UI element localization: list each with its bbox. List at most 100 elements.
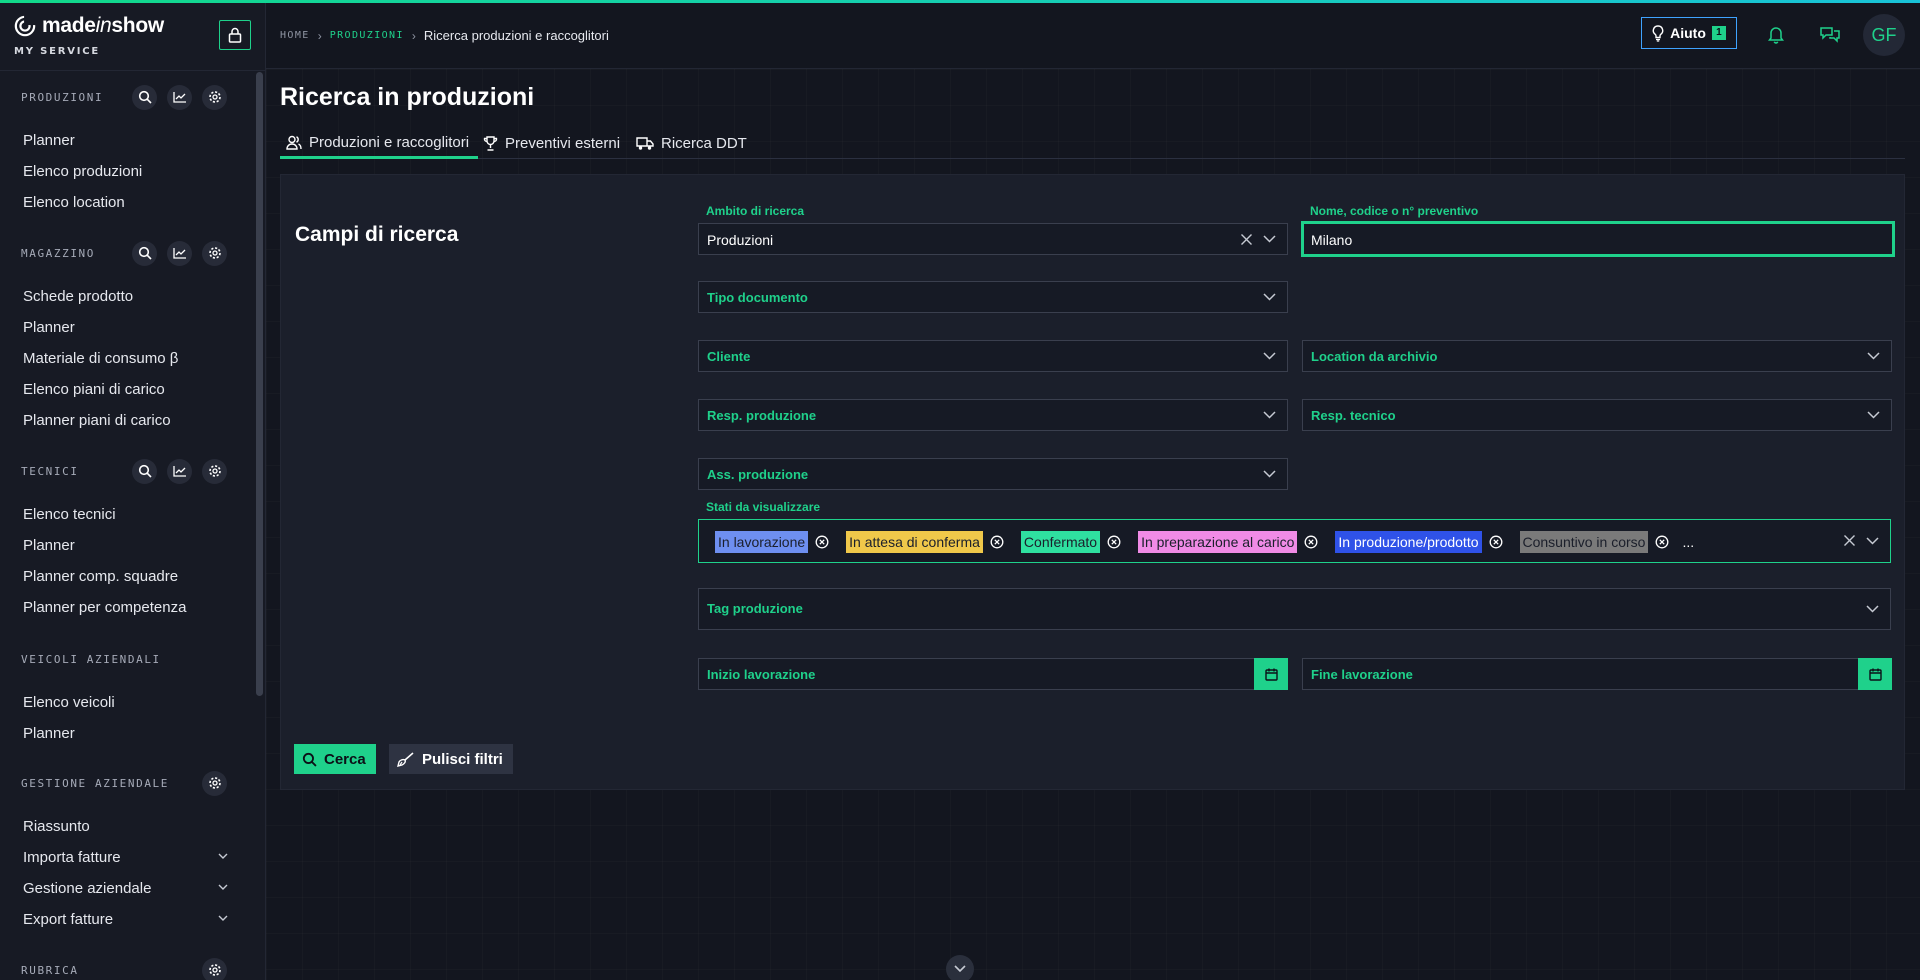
nome-codice-value: Milano bbox=[1311, 232, 1353, 248]
brand[interactable]: madeinshow MY SERVICE bbox=[14, 14, 164, 57]
remove-chip-icon[interactable] bbox=[1655, 535, 1669, 549]
lock-sidebar-button[interactable] bbox=[219, 20, 251, 50]
cliente-select[interactable]: Cliente bbox=[698, 340, 1288, 372]
inizio-lavorazione-field[interactable]: Inizio lavorazione bbox=[698, 658, 1288, 690]
more-chips-indicator: ... bbox=[1682, 534, 1695, 550]
sidebar-item-importa-fatture[interactable]: Importa fatture bbox=[0, 842, 250, 873]
sidebar-item-planner[interactable]: Planner bbox=[0, 718, 250, 749]
remove-chip-icon[interactable] bbox=[990, 535, 1004, 549]
remove-chip-icon[interactable] bbox=[1107, 535, 1121, 549]
nome-codice-input[interactable]: Milano bbox=[1301, 221, 1895, 257]
location-select[interactable]: Location da archivio bbox=[1302, 340, 1892, 372]
chip-in-produzione: In produzione/prodotto bbox=[1335, 531, 1482, 553]
sidebar-item-elenco-veicoli[interactable]: Elenco veicoli bbox=[0, 687, 250, 718]
close-icon[interactable] bbox=[1240, 233, 1253, 246]
page-title: Ricerca in produzioni bbox=[280, 83, 535, 111]
location-placeholder: Location da archivio bbox=[1311, 349, 1438, 364]
calendar-button[interactable] bbox=[1858, 658, 1892, 690]
sidebar-item-schede-prodotto[interactable]: Schede prodotto bbox=[0, 281, 250, 312]
sidebar-item-elenco-produzioni[interactable]: Elenco produzioni bbox=[0, 156, 250, 187]
panel-title: Campi di ricerca bbox=[295, 223, 459, 246]
chevron-down-icon bbox=[1867, 352, 1880, 360]
tab-ricerca-ddt[interactable]: Ricerca DDT bbox=[630, 128, 753, 159]
fine-lavorazione-field[interactable]: Fine lavorazione bbox=[1302, 658, 1892, 690]
chat-icon[interactable] bbox=[1819, 25, 1841, 44]
tag-produzione-select[interactable]: Tag produzione bbox=[698, 588, 1891, 630]
resp-produzione-select[interactable]: Resp. produzione bbox=[698, 399, 1288, 431]
ass-produzione-select[interactable]: Ass. produzione bbox=[698, 458, 1288, 490]
tab-produzioni-raccoglitori[interactable]: Produzioni e raccoglitori bbox=[280, 128, 478, 159]
resp-tecnico-select[interactable]: Resp. tecnico bbox=[1302, 399, 1892, 431]
gear-icon[interactable] bbox=[202, 84, 227, 110]
calendar-button[interactable] bbox=[1254, 658, 1288, 690]
section-title: MAGAZZINO bbox=[21, 246, 96, 260]
chevron-down-icon bbox=[1263, 293, 1276, 301]
sidebar-item-planner-piani-carico[interactable]: Planner piani di carico bbox=[0, 405, 250, 436]
calendar-icon bbox=[1868, 668, 1882, 681]
sidebar-item-elenco-piani-carico[interactable]: Elenco piani di carico bbox=[0, 374, 250, 405]
resp-tecnico-placeholder: Resp. tecnico bbox=[1311, 408, 1396, 423]
chevron-down-icon bbox=[954, 965, 966, 973]
brand-logo-icon bbox=[14, 15, 36, 37]
chart-icon[interactable] bbox=[167, 84, 192, 110]
sidebar-item-materiale-consumo[interactable]: Materiale di consumo β bbox=[0, 343, 250, 374]
avatar[interactable]: GF bbox=[1863, 14, 1905, 56]
trophy-icon bbox=[483, 136, 498, 151]
sidebar-item-planner-competenza[interactable]: Planner per competenza bbox=[0, 592, 250, 623]
sidebar-item-planner[interactable]: Planner bbox=[0, 125, 250, 156]
breadcrumb-home[interactable]: HOME bbox=[280, 30, 310, 41]
gear-icon[interactable] bbox=[202, 240, 227, 266]
sidebar-item-planner[interactable]: Planner bbox=[0, 530, 250, 561]
sidebar-scrollbar[interactable] bbox=[256, 72, 263, 696]
chevron-down-icon[interactable] bbox=[1866, 537, 1879, 545]
sidebar-item-elenco-location[interactable]: Elenco location bbox=[0, 187, 250, 218]
gear-icon[interactable] bbox=[202, 770, 227, 796]
lock-icon bbox=[228, 27, 242, 43]
chevron-down-icon bbox=[1263, 352, 1276, 360]
scroll-down-button[interactable] bbox=[946, 955, 974, 980]
bell-icon[interactable] bbox=[1767, 25, 1785, 44]
sidebar-item-elenco-tecnici[interactable]: Elenco tecnici bbox=[0, 499, 250, 530]
chart-icon[interactable] bbox=[167, 458, 192, 484]
section-title: RUBRICA bbox=[21, 963, 79, 977]
chart-icon[interactable] bbox=[167, 240, 192, 266]
search-button[interactable]: Cerca bbox=[294, 744, 376, 774]
search-icon[interactable] bbox=[132, 458, 157, 484]
sidebar-divider bbox=[0, 70, 265, 71]
remove-chip-icon[interactable] bbox=[815, 535, 829, 549]
help-button[interactable]: Aiuto 1 bbox=[1641, 17, 1737, 49]
remove-chip-icon[interactable] bbox=[1489, 535, 1503, 549]
chevron-down-icon[interactable] bbox=[1263, 235, 1276, 243]
tipo-documento-select[interactable]: Tipo documento bbox=[698, 281, 1288, 313]
sidebar-item-export-fatture[interactable]: Export fatture bbox=[0, 904, 250, 935]
sidebar-section-rubrica: RUBRICA bbox=[0, 955, 250, 980]
stati-multiselect[interactable]: In lavorazione In attesa di conferma Con… bbox=[698, 519, 1891, 563]
search-icon[interactable] bbox=[132, 240, 157, 266]
breadcrumb-section[interactable]: PRODUZIONI bbox=[330, 30, 404, 41]
people-icon bbox=[286, 135, 302, 150]
search-panel: Campi di ricerca Ambito di ricerca Produ… bbox=[280, 174, 1905, 790]
sidebar-item-riassunto[interactable]: Riassunto bbox=[0, 811, 250, 842]
chevron-down-icon bbox=[218, 853, 228, 859]
help-label: Aiuto bbox=[1670, 25, 1706, 41]
gear-icon[interactable] bbox=[202, 458, 227, 484]
sidebar-item-gestione-aziendale[interactable]: Gestione aziendale bbox=[0, 873, 250, 904]
section-title: GESTIONE AZIENDALE bbox=[21, 776, 170, 790]
tab-preventivi-esterni[interactable]: Preventivi esterni bbox=[477, 128, 626, 159]
clear-filters-label: Pulisci filtri bbox=[422, 750, 503, 768]
sidebar: madeinshow MY SERVICE PRODUZIONI Planner… bbox=[0, 0, 266, 980]
search-icon[interactable] bbox=[132, 84, 157, 110]
close-icon[interactable] bbox=[1843, 534, 1856, 547]
search-button-label: Cerca bbox=[324, 750, 366, 768]
sidebar-item-planner-comp-squadre[interactable]: Planner comp. squadre bbox=[0, 561, 250, 592]
ambito-select[interactable]: Produzioni bbox=[698, 223, 1288, 255]
gear-icon[interactable] bbox=[202, 957, 227, 980]
chevron-down-icon bbox=[218, 915, 228, 921]
remove-chip-icon[interactable] bbox=[1304, 535, 1318, 549]
sidebar-item-planner[interactable]: Planner bbox=[0, 312, 250, 343]
sidebar-section-gestione: GESTIONE AZIENDALE Riassunto Importa fat… bbox=[0, 768, 250, 935]
breadcrumb-separator: › bbox=[317, 28, 322, 43]
clear-filters-button[interactable]: Pulisci filtri bbox=[389, 744, 513, 774]
chip-in-lavorazione: In lavorazione bbox=[715, 531, 809, 553]
section-title: TECNICI bbox=[21, 464, 79, 478]
